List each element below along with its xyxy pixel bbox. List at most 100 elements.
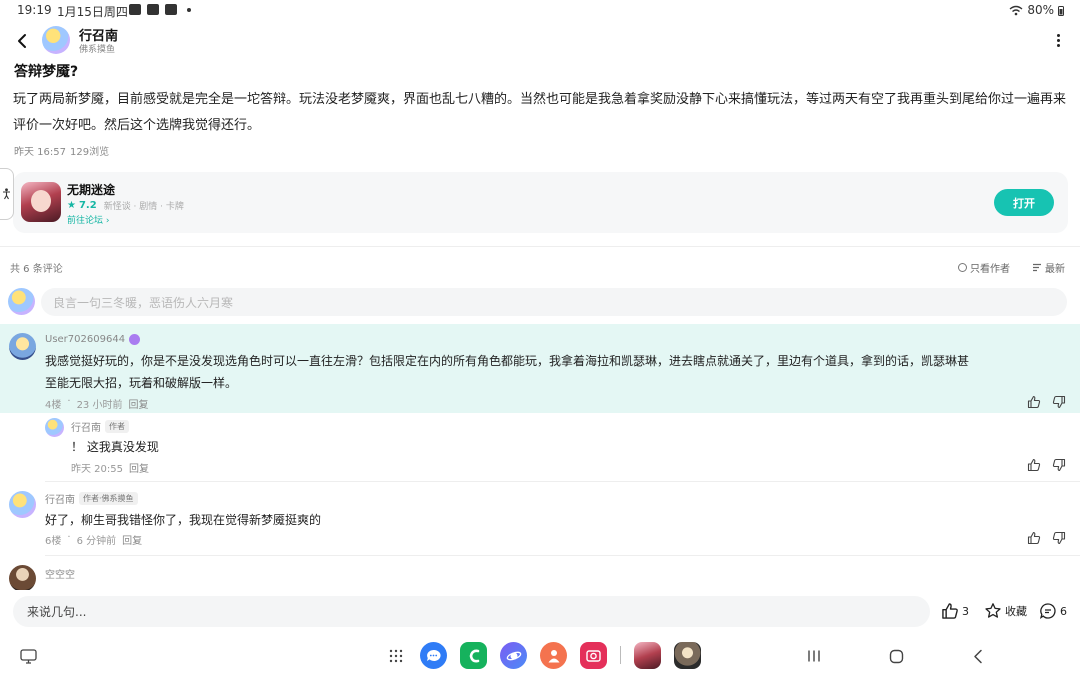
comment-text-line: 至能无限大招，玩着和破解版一样。 xyxy=(45,376,238,390)
comment-divider xyxy=(45,481,1080,482)
vip-badge-icon xyxy=(129,334,141,345)
comment-count: 共 6 条评论 xyxy=(10,264,63,275)
dislike-button[interactable] xyxy=(1052,395,1068,411)
like-count: 3 xyxy=(962,604,969,618)
more-options-button[interactable] xyxy=(1048,30,1068,50)
home-button[interactable] xyxy=(886,646,906,666)
messages-app-icon[interactable] xyxy=(420,642,447,669)
only-author-toggle[interactable]: 只看作者 xyxy=(958,260,1010,275)
dislike-button[interactable] xyxy=(1052,531,1068,547)
game-score: 7.2 xyxy=(78,200,97,211)
commenter-avatar[interactable] xyxy=(9,333,36,360)
contacts-app-icon[interactable] xyxy=(540,642,567,669)
recents-button[interactable] xyxy=(804,646,824,666)
status-right: 80% xyxy=(1009,3,1064,17)
sort-button[interactable]: 最新 xyxy=(1032,260,1065,275)
post-meta: 昨天 16:57 129浏览 xyxy=(14,143,109,158)
like-button[interactable] xyxy=(1027,531,1043,547)
taskbar-toggle-button[interactable] xyxy=(18,646,38,666)
more-dot-icon xyxy=(1056,43,1060,47)
comment-username: 行召南 xyxy=(45,495,75,506)
recent-app-icon[interactable] xyxy=(674,642,701,669)
only-author-label: 只看作者 xyxy=(970,264,1010,275)
battery-level: 80% xyxy=(1027,3,1054,17)
reply-text: ！ 这我真没发现 xyxy=(71,440,159,454)
phone-app-icon[interactable] xyxy=(460,642,487,669)
comment-user[interactable]: 行召南 作者·佛系摸鱼 xyxy=(45,491,138,506)
camera-app-icon[interactable] xyxy=(580,642,607,669)
meta-separator: · xyxy=(67,396,71,407)
thumbs-down-icon xyxy=(1052,458,1066,472)
notification-icons xyxy=(129,4,191,15)
commenter-avatar[interactable] xyxy=(9,565,36,592)
comment-user[interactable]: User702609644 xyxy=(45,334,141,345)
reply-button[interactable]: 回复 xyxy=(122,532,142,547)
system-back-button[interactable] xyxy=(968,646,988,666)
more-notifications-dot xyxy=(187,7,191,12)
thumbs-up-icon xyxy=(942,603,958,619)
star-outline-icon xyxy=(985,603,1001,618)
author-subtitle: 佛系摸鱼 xyxy=(79,45,116,55)
back-button[interactable] xyxy=(8,28,36,54)
my-avatar xyxy=(8,288,35,315)
chevron-right-icon: › xyxy=(105,216,110,226)
sort-label: 最新 xyxy=(1045,264,1065,275)
open-game-button[interactable]: 打开 xyxy=(994,189,1054,216)
comment-input[interactable]: 良言一句三冬暖，恶语伤人六月寒 xyxy=(41,288,1067,316)
reply-input[interactable]: 来说几句... xyxy=(13,596,930,627)
like-button[interactable] xyxy=(1027,458,1043,474)
radio-icon xyxy=(958,263,967,272)
favorite-label: 收藏 xyxy=(1005,605,1027,618)
comment-meta: 6楼 · 6 分钟前 回复 xyxy=(45,532,142,547)
internet-app-icon[interactable] xyxy=(500,642,527,669)
forum-link[interactable]: 前往论坛 › xyxy=(67,213,110,226)
comment-text: 我感觉挺好玩的，你是不是没发现选角色时可以一直往左滑？包括限定在内的所有角色都能… xyxy=(45,350,1065,394)
game-icon xyxy=(21,182,61,222)
recents-icon xyxy=(808,650,820,662)
wifi-icon xyxy=(1009,5,1023,15)
game-tags: 新怪谈 · 剧情 · 卡牌 xyxy=(103,202,184,212)
post-like-button[interactable]: 3 xyxy=(941,601,969,621)
comment-meta: 4楼 · 23 小时前 回复 xyxy=(45,396,148,411)
reply-time: 昨天 20:55 xyxy=(71,464,123,475)
comment-time: 6 分钟前 xyxy=(76,536,117,547)
back-arrow-icon xyxy=(18,34,26,48)
reply-meta: 昨天 20:55 回复 xyxy=(71,460,149,475)
chevron-left-icon xyxy=(974,649,982,663)
post-views: 129浏览 xyxy=(70,147,110,158)
reply-button[interactable]: 回复 xyxy=(128,396,148,411)
dislike-button[interactable] xyxy=(1052,458,1068,474)
reply-button[interactable]: 回复 xyxy=(129,460,149,475)
person-icon xyxy=(548,649,559,662)
sort-icon xyxy=(1033,263,1041,272)
thumbs-up-icon xyxy=(1027,458,1041,472)
status-time: 19:19 xyxy=(17,3,52,17)
notification-icon xyxy=(129,4,141,15)
comment-floor: 6楼 xyxy=(45,536,62,547)
author-avatar[interactable] xyxy=(42,26,70,54)
comment-time: 23 小时前 xyxy=(76,400,123,411)
section-divider xyxy=(0,246,1080,247)
chat-dots-icon xyxy=(427,649,441,661)
like-button[interactable] xyxy=(1027,395,1043,411)
battery-icon xyxy=(1058,5,1064,16)
forum-link-label: 前往论坛 xyxy=(67,216,104,226)
game-card[interactable]: 无期迷途 ★ 7.2 新怪谈 · 剧情 · 卡牌 前往论坛 › 打开 xyxy=(13,172,1068,233)
thumbs-down-icon xyxy=(1052,395,1066,409)
comment-username: 空空空 xyxy=(45,570,75,581)
comment-text: 好了，柳生哥我错怪你了，我现在觉得新梦魇挺爽的 xyxy=(45,513,322,527)
reply-user[interactable]: 行召南 作者 xyxy=(71,419,129,434)
comment-user[interactable]: 空空空 xyxy=(45,566,75,581)
comments-button[interactable]: 6 xyxy=(1039,601,1067,621)
favorite-button[interactable]: 收藏 xyxy=(984,601,1027,621)
phone-icon xyxy=(469,649,479,662)
more-dot-icon xyxy=(1056,38,1060,42)
recent-app-game-icon[interactable] xyxy=(634,642,661,669)
author-tag: 作者 xyxy=(105,420,129,433)
commenter-avatar[interactable] xyxy=(9,491,36,518)
reply-author-avatar[interactable] xyxy=(45,418,64,437)
status-bar: 19:19 1月15日周四 80% xyxy=(0,0,1080,22)
app-drawer-button[interactable] xyxy=(386,646,406,666)
accessibility-handle[interactable] xyxy=(0,168,14,220)
dock-separator xyxy=(620,646,621,664)
